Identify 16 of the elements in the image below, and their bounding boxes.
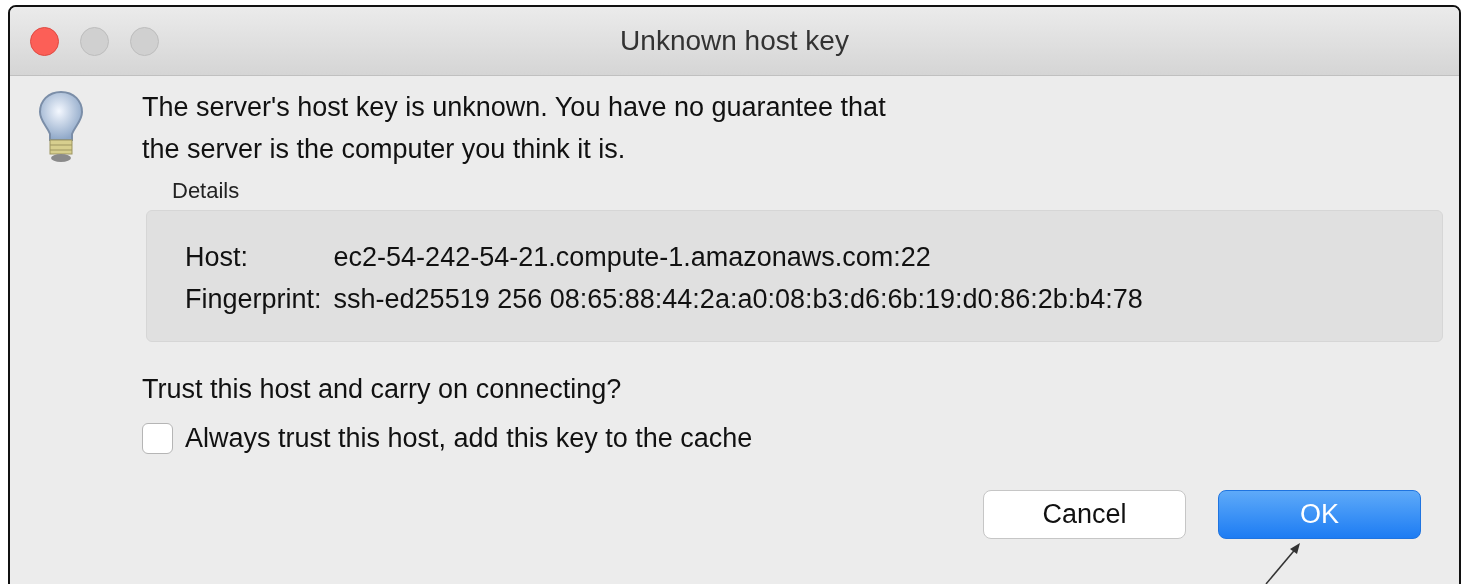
details-label: Details xyxy=(172,178,240,204)
cancel-button[interactable]: Cancel xyxy=(983,490,1186,539)
minimize-button[interactable] xyxy=(80,26,109,56)
checkbox[interactable] xyxy=(142,423,173,454)
message-text: The server's host key is unknown. You have no guarantee that xyxy=(142,91,887,124)
message-text: the server is the computer you think it is. xyxy=(142,133,627,166)
detail-value: ec2-54-242-54-21.compute-1.amazonaws.com:22 xyxy=(333,241,932,273)
close-button[interactable] xyxy=(30,26,59,56)
detail-value: ssh-ed25519 256 08:65:88:44:2a:a0:08:b3:d6:6b:19:d0:86:2b:b4:78 xyxy=(333,283,1143,315)
lightbulb-icon xyxy=(38,90,84,164)
detail-key: Host: xyxy=(185,241,322,273)
window-title: Unknown host key xyxy=(620,25,849,56)
zoom-button[interactable] xyxy=(130,26,159,56)
checkbox-label: Always trust this host, add this key to the cache xyxy=(185,423,753,454)
question-text: Trust this host and carry on connecting? xyxy=(142,374,622,405)
detail-key: Fingerprint: xyxy=(185,283,322,315)
